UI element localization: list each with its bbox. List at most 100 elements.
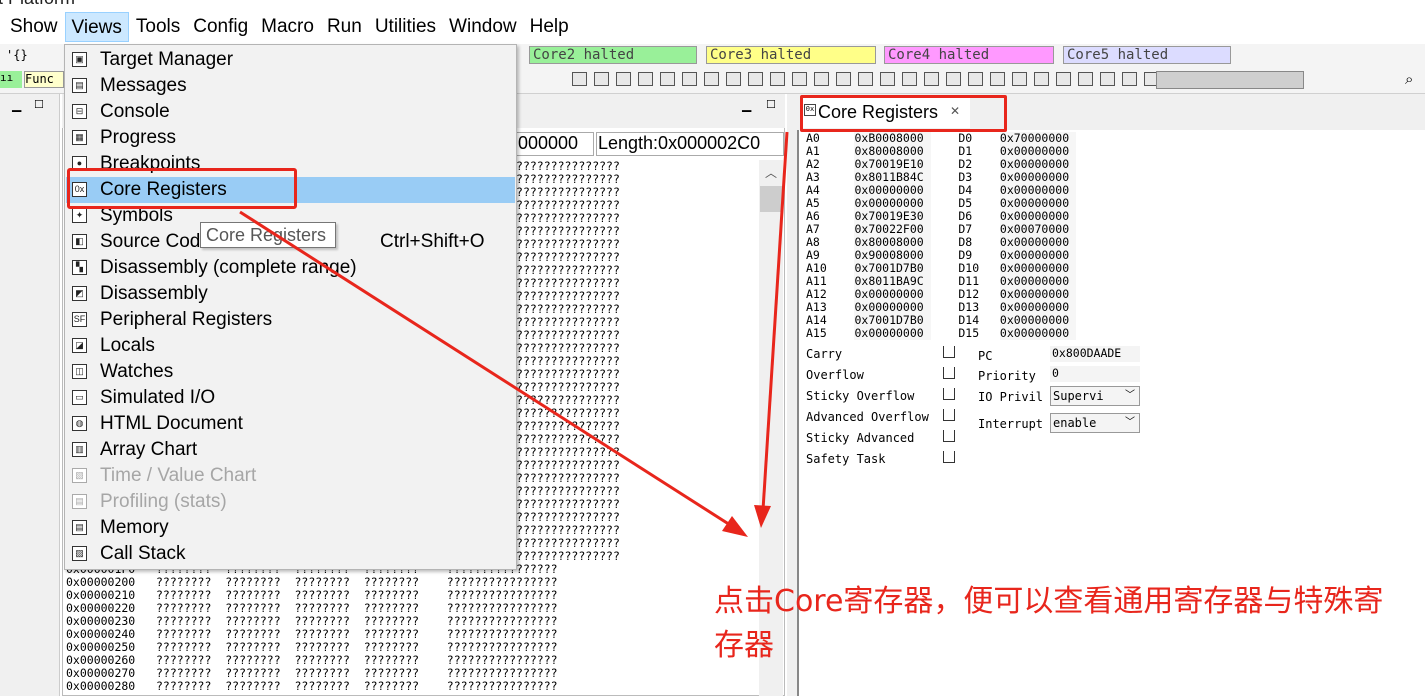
menu-item-watches[interactable]: ◫ Watches — [66, 359, 515, 385]
register-value[interactable]: 0x00000000 — [999, 235, 1077, 249]
toolbar-button-icon[interactable] — [770, 72, 785, 86]
register-value[interactable]: 0x7001D7B0 — [854, 261, 931, 275]
menu-help[interactable]: Help — [524, 12, 575, 42]
menu-item-array-chart[interactable]: ▥ Array Chart — [66, 437, 515, 463]
register-value[interactable]: 0x00000000 — [854, 287, 931, 301]
flag-checkbox[interactable] — [943, 409, 955, 421]
toolbar-button-icon[interactable] — [1012, 72, 1027, 86]
scroll-up-arrow-icon[interactable]: ︿ — [762, 164, 780, 184]
register-value[interactable]: 0x00000000 — [854, 183, 931, 197]
menu-item-call-stack[interactable]: ▨ Call Stack — [66, 541, 515, 567]
menu-item-disassembly[interactable]: ◩ Disassembly — [66, 281, 515, 307]
register-value[interactable]: 0x00000000 — [854, 326, 931, 340]
register-value[interactable]: 0x00070000 — [999, 222, 1077, 236]
register-value[interactable]: 0x00000000 — [999, 183, 1077, 197]
menu-config[interactable]: Config — [187, 12, 254, 42]
register-value[interactable]: 0x7001D7B0 — [854, 313, 931, 327]
register-value[interactable]: 0x00000000 — [854, 196, 931, 210]
search-icon[interactable]: ⌕ — [1405, 70, 1413, 88]
toolbar-button-icon[interactable] — [880, 72, 895, 86]
toolbar-button-icon[interactable] — [748, 72, 763, 86]
register-value[interactable]: 0x8011BA9C — [854, 274, 931, 288]
toolbar-button-icon[interactable] — [660, 72, 675, 86]
menu-views[interactable]: Views — [64, 12, 129, 42]
register-value[interactable]: 0x70019E10 — [854, 157, 931, 171]
menu-show[interactable]: Show — [4, 12, 64, 42]
menu-run[interactable]: Run — [321, 12, 368, 42]
menu-item-html-document[interactable]: ◍ HTML Document — [66, 411, 515, 437]
toolbar-button-icon[interactable] — [616, 72, 631, 86]
toolbar-button-icon[interactable] — [814, 72, 829, 86]
pc-value[interactable]: 0x800DAADE — [1050, 346, 1140, 362]
toolbar-button-icon[interactable] — [946, 72, 961, 86]
toolbar-button-icon[interactable] — [1078, 72, 1093, 86]
toolbar-combobox[interactable] — [1156, 71, 1304, 89]
flag-checkbox[interactable] — [943, 346, 955, 358]
toolbar-button-icon[interactable] — [1100, 72, 1115, 86]
toolbar-button-icon[interactable] — [726, 72, 741, 86]
register-value[interactable]: 0x70019E30 — [854, 209, 931, 223]
register-value[interactable]: 0x00000000 — [999, 248, 1077, 262]
flag-checkbox[interactable] — [943, 430, 955, 442]
toolbar-button-icon[interactable] — [682, 72, 697, 86]
memory-length-field[interactable]: Length:0x000002C0 — [596, 132, 784, 156]
minimize-icon[interactable]: ▁ — [12, 98, 21, 112]
register-value[interactable]: 0x00000000 — [999, 261, 1077, 275]
menu-item-memory[interactable]: ▤ Memory — [66, 515, 515, 541]
toolbar-button-icon[interactable] — [1034, 72, 1049, 86]
menu-item-simulated-i-o[interactable]: ▭ Simulated I/O — [66, 385, 515, 411]
maximize-icon[interactable]: ☐ — [34, 98, 44, 111]
flag-checkbox[interactable] — [943, 367, 955, 379]
register-value[interactable]: 0x8011B84C — [854, 170, 931, 184]
toolbar-button-icon[interactable] — [858, 72, 873, 86]
menu-item-disassembly-complete-range[interactable]: ▚ Disassembly (complete range) — [66, 255, 515, 281]
toolbar-button-icon[interactable] — [968, 72, 983, 86]
memory-maximize-icon[interactable]: ☐ — [766, 98, 776, 111]
register-value[interactable]: 0x00000000 — [999, 274, 1077, 288]
menu-window[interactable]: Window — [443, 12, 523, 42]
toolbar-button-icon[interactable] — [836, 72, 851, 86]
toolbar-button-icon[interactable] — [1122, 72, 1137, 86]
menu-item-console[interactable]: ⊟ Console — [66, 99, 515, 125]
chevron-down-icon[interactable]: ﹀ — [1125, 414, 1135, 432]
register-value[interactable]: 0x80008000 — [854, 235, 931, 249]
toolbar-button-icon[interactable] — [704, 72, 719, 86]
chevron-down-icon[interactable]: ﹀ — [1125, 387, 1135, 405]
register-value[interactable]: 0x90008000 — [854, 248, 931, 262]
toolbar-button-icon[interactable] — [902, 72, 917, 86]
toolbar-button-icon[interactable] — [924, 72, 939, 86]
braces-icon[interactable]: '{} — [6, 48, 28, 62]
menu-item-peripheral-registers[interactable]: SF Peripheral Registers — [66, 307, 515, 333]
toolbar-button-icon[interactable] — [638, 72, 653, 86]
memory-minimize-icon[interactable]: ▁ — [742, 98, 751, 112]
priority-value[interactable]: 0 — [1050, 366, 1140, 382]
register-value[interactable]: 0x00000000 — [999, 313, 1077, 327]
toolbar-button-icon[interactable] — [792, 72, 807, 86]
interrupt-value[interactable]: enable ﹀ — [1050, 413, 1140, 433]
register-value[interactable]: 0x00000000 — [999, 157, 1077, 171]
menu-utilities[interactable]: Utilities — [369, 12, 442, 42]
register-value[interactable]: 0x00000000 — [999, 209, 1077, 223]
memory-address-field[interactable]: 000000 — [516, 132, 594, 156]
scroll-thumb[interactable] — [760, 186, 782, 212]
toolbar-button-icon[interactable] — [990, 72, 1005, 86]
toolbar-button-icon[interactable] — [572, 72, 587, 86]
toolbar-button-icon[interactable] — [594, 72, 609, 86]
register-value[interactable]: 0x00000000 — [999, 326, 1077, 340]
menu-item-messages[interactable]: ▤ Messages — [66, 73, 515, 99]
register-value[interactable]: 0x00000000 — [999, 144, 1077, 158]
register-value[interactable]: 0x00000000 — [999, 287, 1077, 301]
menu-item-progress[interactable]: ▦ Progress — [66, 125, 515, 151]
menu-tools[interactable]: Tools — [130, 12, 186, 42]
register-value[interactable]: 0x00000000 — [999, 170, 1077, 184]
flag-checkbox[interactable] — [943, 388, 955, 400]
register-value[interactable]: 0x70022F00 — [854, 222, 931, 236]
register-value[interactable]: 0x00000000 — [854, 300, 931, 314]
flag-checkbox[interactable] — [943, 451, 955, 463]
menu-macro[interactable]: Macro — [255, 12, 320, 42]
toolbar-button-icon[interactable] — [1056, 72, 1071, 86]
register-value[interactable]: 0x80008000 — [854, 144, 931, 158]
register-value[interactable]: 0x00000000 — [999, 196, 1077, 210]
menu-item-locals[interactable]: ◪ Locals — [66, 333, 515, 359]
register-value[interactable]: 0x00000000 — [999, 300, 1077, 314]
